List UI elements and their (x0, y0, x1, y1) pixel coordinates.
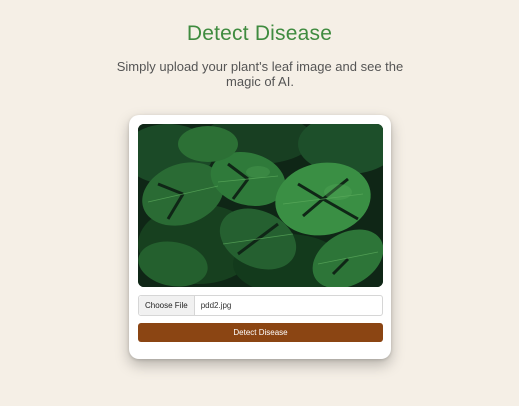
page-title: Detect Disease (186, 22, 333, 45)
file-input[interactable]: Choose File pdd2.jpg (138, 295, 383, 316)
detect-disease-button[interactable]: Detect Disease (138, 323, 383, 342)
leaf-image-preview (138, 124, 383, 287)
selected-file-name: pdd2.jpg (200, 301, 232, 310)
choose-file-button[interactable]: Choose File (139, 296, 195, 315)
page-subtitle: Simply upload your plant's leaf image an… (116, 59, 404, 89)
upload-card: Choose File pdd2.jpg Detect Disease (129, 115, 391, 359)
